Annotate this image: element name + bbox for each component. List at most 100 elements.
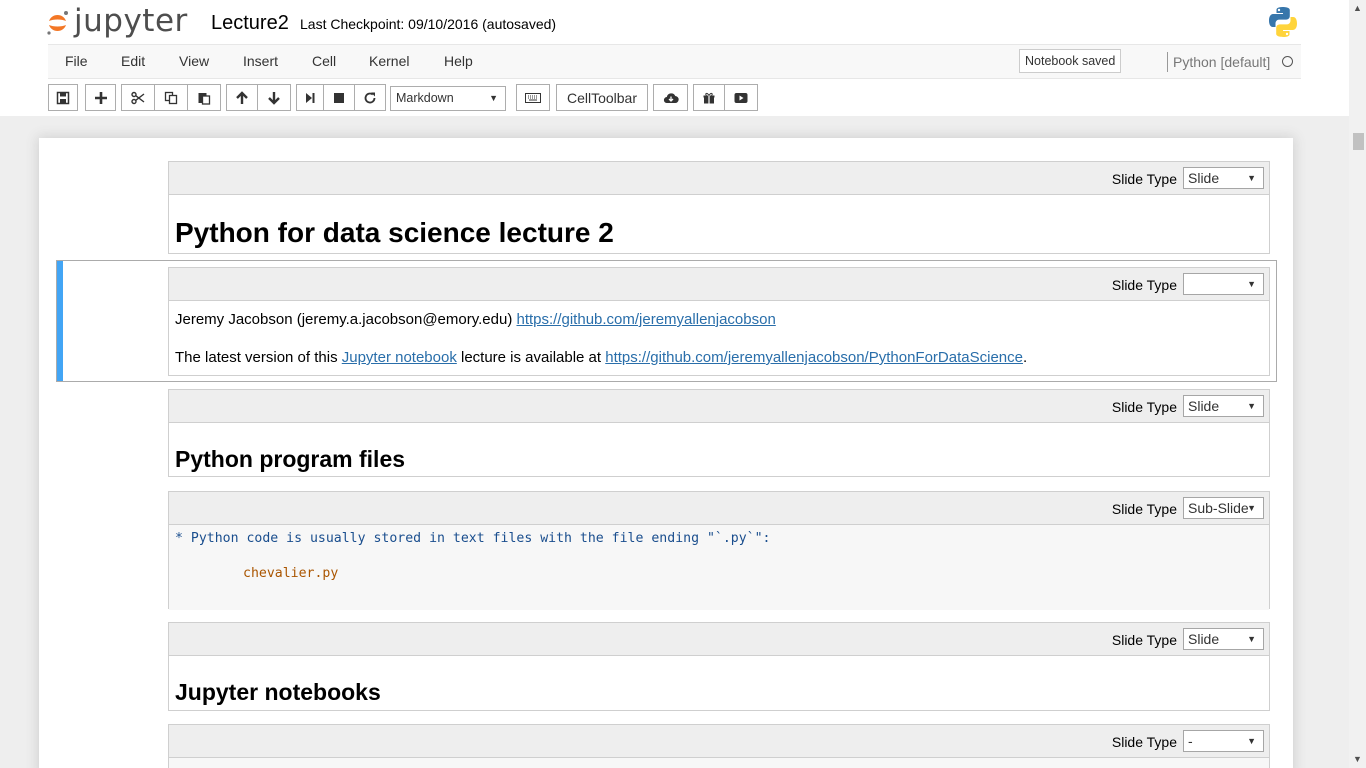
- repo-link[interactable]: https://github.com/jeremyallenjacobson/P…: [605, 349, 1023, 366]
- cell-heading: Python for data science lecture 2: [175, 217, 614, 248]
- slide-type-value: -: [1188, 733, 1193, 749]
- scrollbar-thumb[interactable]: [1353, 133, 1364, 150]
- cut-icon: [131, 91, 145, 104]
- version-text-pre: The latest version of this: [175, 349, 342, 366]
- checkpoint-status: Last Checkpoint: 09/10/2016 (autosaved): [300, 16, 557, 32]
- menu-insert[interactable]: Insert: [243, 53, 278, 69]
- selected-cell-indicator: [57, 261, 63, 381]
- command-palette-button[interactable]: [516, 84, 550, 111]
- version-line: The latest version of this Jupyter noteb…: [175, 348, 1263, 367]
- github-link[interactable]: https://github.com/jeremyallenjacobson: [516, 311, 775, 328]
- kernel-divider: [1167, 52, 1168, 72]
- video-icon: [734, 92, 748, 103]
- cloud-download-icon: [663, 92, 679, 103]
- cell-heading: Python program files: [175, 446, 406, 472]
- jupyter-notebook-link[interactable]: Jupyter notebook: [342, 349, 457, 366]
- slide-type-select[interactable]: Slide ▼: [1183, 395, 1264, 417]
- plus-icon: [94, 91, 107, 104]
- menu-file[interactable]: File: [65, 53, 88, 69]
- chevron-down-icon: ▼: [1247, 279, 1256, 289]
- restart-button[interactable]: [354, 84, 386, 111]
- slide-type-label: Slide Type: [1111, 171, 1177, 187]
- cell-editor[interactable]: [169, 758, 1269, 768]
- menu-kernel[interactable]: Kernel: [369, 53, 409, 69]
- cell-toolbar: Slide Type Slide ▼: [169, 390, 1269, 423]
- slide-type-value: Slide: [1188, 398, 1220, 414]
- paste-icon: [198, 92, 211, 105]
- markdown-cell-editing[interactable]: Slide Type Sub-Slide ▼ * Python code is u…: [168, 491, 1270, 610]
- code-filename: chevalier.py: [243, 566, 339, 581]
- copy-button[interactable]: [154, 84, 188, 111]
- author-text: Jeremy Jacobson (jeremy.a.jacobson@emory…: [175, 311, 517, 328]
- save-icon: [56, 91, 70, 104]
- move-down-button[interactable]: [257, 84, 291, 111]
- version-text-mid: lecture is available at: [456, 349, 606, 366]
- cell-type-value: Markdown: [396, 91, 454, 105]
- insert-cell-button[interactable]: [85, 84, 116, 111]
- cell-heading: Jupyter notebooks: [175, 679, 381, 705]
- cell-toolbar: Slide Type Slide ▼: [169, 623, 1269, 656]
- cut-button[interactable]: [121, 84, 155, 111]
- slide-type-select[interactable]: Sub-Slide ▼: [1183, 497, 1264, 519]
- logo-text: jupyter: [74, 3, 188, 39]
- slide-type-value: Slide: [1188, 631, 1220, 647]
- markdown-cell[interactable]: Slide Type Slide ▼ Python for data scienc…: [168, 161, 1270, 254]
- cell-editor[interactable]: * Python code is usually stored in text …: [169, 525, 1269, 610]
- jupyter-logo[interactable]: jupyter: [46, 3, 188, 40]
- save-button[interactable]: [48, 84, 78, 111]
- slide-type-value: Slide: [1188, 170, 1220, 186]
- slide-type-select[interactable]: - ▼: [1183, 730, 1264, 752]
- markdown-cell[interactable]: Slide Type ▼ Jeremy Jacobson (jeremy.a.j…: [168, 267, 1270, 376]
- gift-icon: [703, 92, 715, 103]
- slide-type-label: Slide Type: [1111, 501, 1177, 517]
- scroll-up-icon[interactable]: ▲: [1353, 3, 1362, 13]
- refresh-icon: [364, 92, 376, 103]
- run-button[interactable]: [296, 84, 324, 111]
- menu-cell[interactable]: Cell: [312, 53, 336, 69]
- jupyter-logo-icon: [47, 11, 68, 35]
- menu-view[interactable]: View: [179, 53, 209, 69]
- slideshow-button[interactable]: [724, 84, 758, 111]
- kernel-idle-icon: [1282, 56, 1293, 67]
- slide-type-label: Slide Type: [1111, 734, 1177, 750]
- markdown-cell[interactable]: Slide Type Slide ▼ Jupyter notebooks: [168, 622, 1270, 711]
- markdown-cell-editing[interactable]: Slide Type - ▼: [168, 724, 1270, 768]
- move-up-button[interactable]: [226, 84, 258, 111]
- chevron-down-icon: ▼: [1247, 634, 1256, 644]
- chevron-down-icon: ▼: [1247, 173, 1256, 183]
- cell-toolbar: Slide Type Slide ▼: [169, 162, 1269, 195]
- slide-type-label: Slide Type: [1111, 632, 1177, 648]
- markdown-cell[interactable]: Slide Type Slide ▼ Python program files: [168, 389, 1270, 477]
- slide-type-label: Slide Type: [1111, 277, 1177, 293]
- python-logo-icon: [1269, 7, 1297, 37]
- author-line: Jeremy Jacobson (jeremy.a.jacobson@emory…: [175, 310, 1263, 329]
- code-line: * Python code is usually stored in text …: [175, 531, 771, 546]
- cell-toolbar: Slide Type - ▼: [169, 725, 1269, 758]
- scroll-down-icon[interactable]: ▼: [1353, 754, 1362, 764]
- menu-help[interactable]: Help: [444, 53, 473, 69]
- slide-type-select[interactable]: ▼: [1183, 273, 1264, 295]
- vertical-scrollbar[interactable]: ▲ ▼: [1349, 0, 1366, 768]
- menu-edit[interactable]: Edit: [121, 53, 145, 69]
- cell-toolbar: Slide Type ▼: [169, 268, 1269, 301]
- celltoolbar-button[interactable]: CellToolbar: [556, 84, 648, 111]
- interrupt-button[interactable]: [323, 84, 355, 111]
- notification-badge: Notebook saved: [1019, 49, 1122, 73]
- chevron-down-icon: ▼: [1247, 736, 1256, 746]
- gift-button[interactable]: [693, 84, 725, 111]
- version-text-end: .: [1022, 349, 1028, 366]
- notebook-scroller[interactable]: Slide Type Slide ▼ Python for data scienc…: [0, 116, 1349, 768]
- header: jupyter Lecture2 Last Checkpoint: 09/10/…: [0, 0, 1349, 116]
- cell-type-select[interactable]: Markdown ▼: [390, 86, 506, 111]
- slide-type-select[interactable]: Slide ▼: [1183, 628, 1264, 650]
- download-button[interactable]: [653, 84, 688, 111]
- slide-type-label: Slide Type: [1111, 399, 1177, 415]
- cell-toolbar: Slide Type Sub-Slide ▼: [169, 492, 1269, 525]
- notebook-name[interactable]: Lecture2: [211, 12, 289, 35]
- slide-type-select[interactable]: Slide ▼: [1183, 167, 1264, 189]
- arrow-down-icon: [268, 91, 280, 105]
- kernel-name[interactable]: Python [default]: [1173, 54, 1270, 70]
- paste-button[interactable]: [187, 84, 221, 111]
- step-forward-icon: [306, 92, 315, 103]
- chevron-down-icon: ▼: [489, 93, 498, 103]
